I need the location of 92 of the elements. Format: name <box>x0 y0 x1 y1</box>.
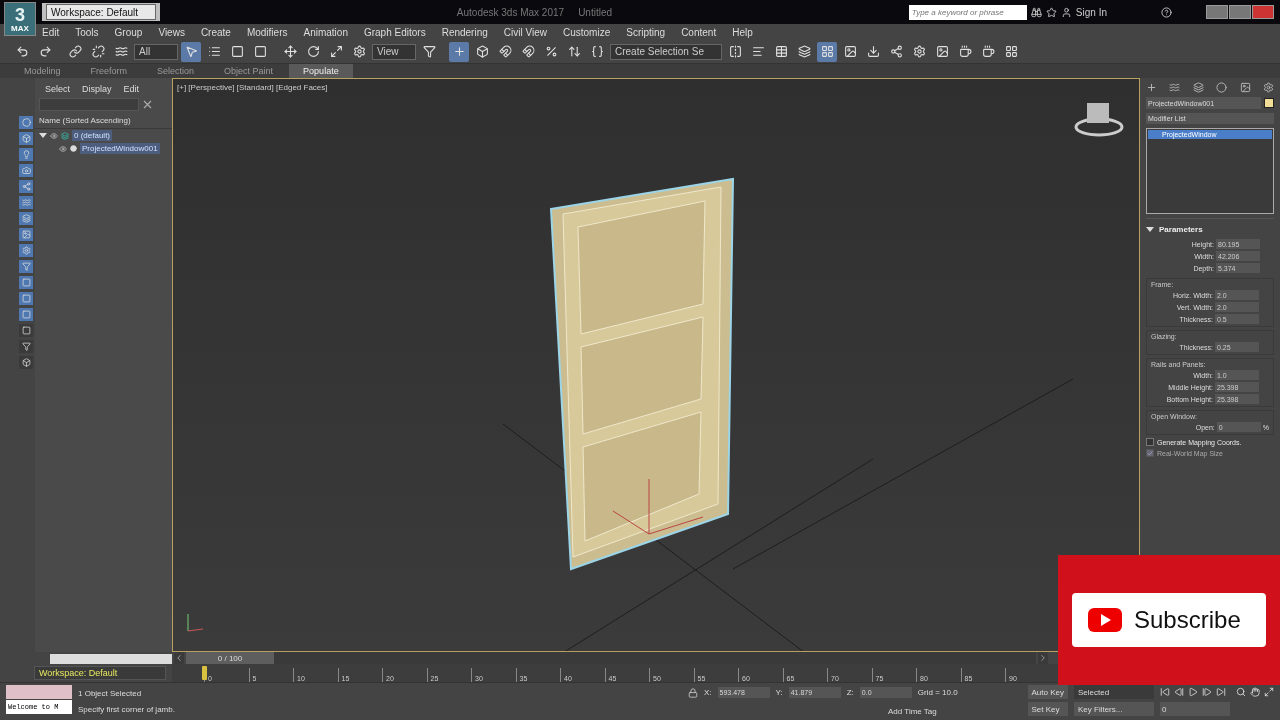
expand-caret-icon[interactable] <box>39 133 47 138</box>
select-icon[interactable] <box>181 41 201 62</box>
play-logo-icon <box>1088 608 1122 632</box>
playback-icon[interactable] <box>1174 687 1184 697</box>
selection-filter-dropdown[interactable]: All <box>134 43 178 60</box>
explorer-menu[interactable]: Select <box>45 84 70 94</box>
app-title: Autodesk 3ds Max 2017 <box>456 6 565 18</box>
listener-output <box>6 685 72 699</box>
viewport-nav-icon[interactable] <box>1264 687 1274 697</box>
tree-item[interactable]: 0 (default) <box>72 130 113 141</box>
menu-item[interactable]: Civil View <box>495 26 555 38</box>
tree-item[interactable]: ProjectedWindow001 <box>80 143 160 154</box>
ribbon-tab[interactable]: Modeling <box>10 64 75 78</box>
lock-icon[interactable] <box>688 687 698 698</box>
add-time-tag-button[interactable]: Add Time Tag <box>688 706 958 716</box>
explorer-menu[interactable]: Edit <box>123 84 140 94</box>
menu-item[interactable]: Help <box>724 26 761 38</box>
time-slider-track[interactable]: 0 / 100 <box>186 652 1036 664</box>
workspace-dropdown[interactable]: Workspace: Default <box>46 4 156 20</box>
eye-icon[interactable] <box>50 131 58 140</box>
document-title: Untitled <box>578 6 613 18</box>
playback-icon[interactable] <box>1202 687 1212 697</box>
reference-dropdown[interactable]: View <box>372 43 416 60</box>
collapse-caret-icon[interactable] <box>1146 227 1154 232</box>
axis-tripod-icon <box>187 613 204 632</box>
binoculars-icon[interactable] <box>1030 6 1042 18</box>
explorer-search-field[interactable] <box>39 98 139 111</box>
close-icon[interactable] <box>143 100 152 109</box>
ribbon-tab[interactable]: Freeform <box>76 64 142 78</box>
coord-label: Z: <box>846 688 854 698</box>
menu-item[interactable]: Graph Editors <box>355 26 434 38</box>
help-icon[interactable] <box>1161 6 1172 18</box>
viewport-nav-icon[interactable] <box>1236 687 1246 697</box>
sign-in-link[interactable]: Sign In <box>1075 6 1107 18</box>
previous-frame-icon[interactable] <box>174 652 184 664</box>
ribbon-tab[interactable]: Object Paint <box>210 64 288 78</box>
user-icon[interactable] <box>1060 6 1072 18</box>
panel-tab-icon[interactable] <box>1239 82 1251 93</box>
grid-icon[interactable] <box>817 41 837 62</box>
object-icon <box>70 145 77 152</box>
object-color-swatch[interactable] <box>1264 98 1274 108</box>
ribbon-tab[interactable]: Selection <box>143 64 209 78</box>
playback-icon[interactable] <box>1160 687 1170 697</box>
eye-icon[interactable] <box>59 144 67 153</box>
selection-status: 1 Object Selected <box>78 688 143 698</box>
next-frame-icon[interactable] <box>1038 652 1048 664</box>
playback-icon[interactable] <box>1188 687 1198 697</box>
menu-item[interactable]: Customize <box>555 26 619 38</box>
auto-key-button[interactable]: Auto Key <box>1027 685 1068 699</box>
coord-label: X: <box>704 688 712 698</box>
selection-set-dropdown[interactable]: Create Selection Se <box>610 43 722 60</box>
time-slider-thumb[interactable]: 0 / 100 <box>186 652 274 664</box>
app-menu-button[interactable]: 3 MAX <box>4 2 36 36</box>
panel-tab-icon[interactable] <box>1169 82 1181 93</box>
panel-tab-icon[interactable] <box>1192 82 1204 93</box>
menu-item[interactable]: Group <box>106 26 151 38</box>
rollout-title[interactable]: Parameters <box>1159 225 1203 234</box>
menu-item[interactable]: Modifiers <box>238 26 296 38</box>
coord-label: Y: <box>775 688 783 698</box>
checkbox[interactable] <box>1146 438 1154 446</box>
grid-size: Grid = 10.0 <box>917 688 958 698</box>
crosshair-icon[interactable] <box>449 41 469 62</box>
viewport-nav-icon[interactable] <box>1250 687 1260 697</box>
ribbon-tab[interactable]: Populate <box>289 64 353 78</box>
menu-item[interactable]: Edit <box>34 26 68 38</box>
prompt-text: Specify first corner of jamb. <box>78 705 176 715</box>
search-field[interactable]: Type a keyword or phrase <box>908 4 1027 20</box>
menu-item[interactable]: Tools <box>67 26 107 38</box>
viewcube-icon[interactable] <box>1074 103 1124 137</box>
set-key-button[interactable]: Set Key <box>1027 702 1068 716</box>
current-frame-marker[interactable] <box>202 666 207 680</box>
panel-tab-icon[interactable] <box>1146 82 1157 93</box>
menu-item[interactable]: Rendering <box>433 26 496 38</box>
layer-icon <box>61 131 69 140</box>
menu-item[interactable]: Create <box>192 26 239 38</box>
key-filters-button[interactable]: Key Filters... <box>1074 702 1154 716</box>
panel-tab-icon[interactable] <box>1216 82 1228 93</box>
menu-item[interactable]: Animation <box>295 26 356 38</box>
menu-item[interactable]: Content <box>673 26 725 38</box>
explorer-menu[interactable]: Display <box>82 84 112 94</box>
workspace-dropdown[interactable]: Workspace: Default <box>34 666 166 680</box>
current-frame-field[interactable]: 0 <box>1160 702 1230 716</box>
panel-tab-icon[interactable] <box>1262 82 1274 93</box>
check-icon <box>1147 449 1153 457</box>
menu-item[interactable]: Scripting <box>618 26 674 38</box>
playback-icon[interactable] <box>1216 687 1226 697</box>
viewport-label[interactable]: [+] [Perspective] [Standard] [Edged Faces] <box>177 83 328 92</box>
horizontal-scrollbar[interactable] <box>50 654 172 664</box>
star-icon[interactable] <box>1045 6 1057 18</box>
menu-item[interactable]: Views <box>150 26 193 38</box>
subscribe-button[interactable]: Subscribe <box>1072 593 1266 647</box>
key-mode-dropdown[interactable]: Selected <box>1074 685 1154 699</box>
